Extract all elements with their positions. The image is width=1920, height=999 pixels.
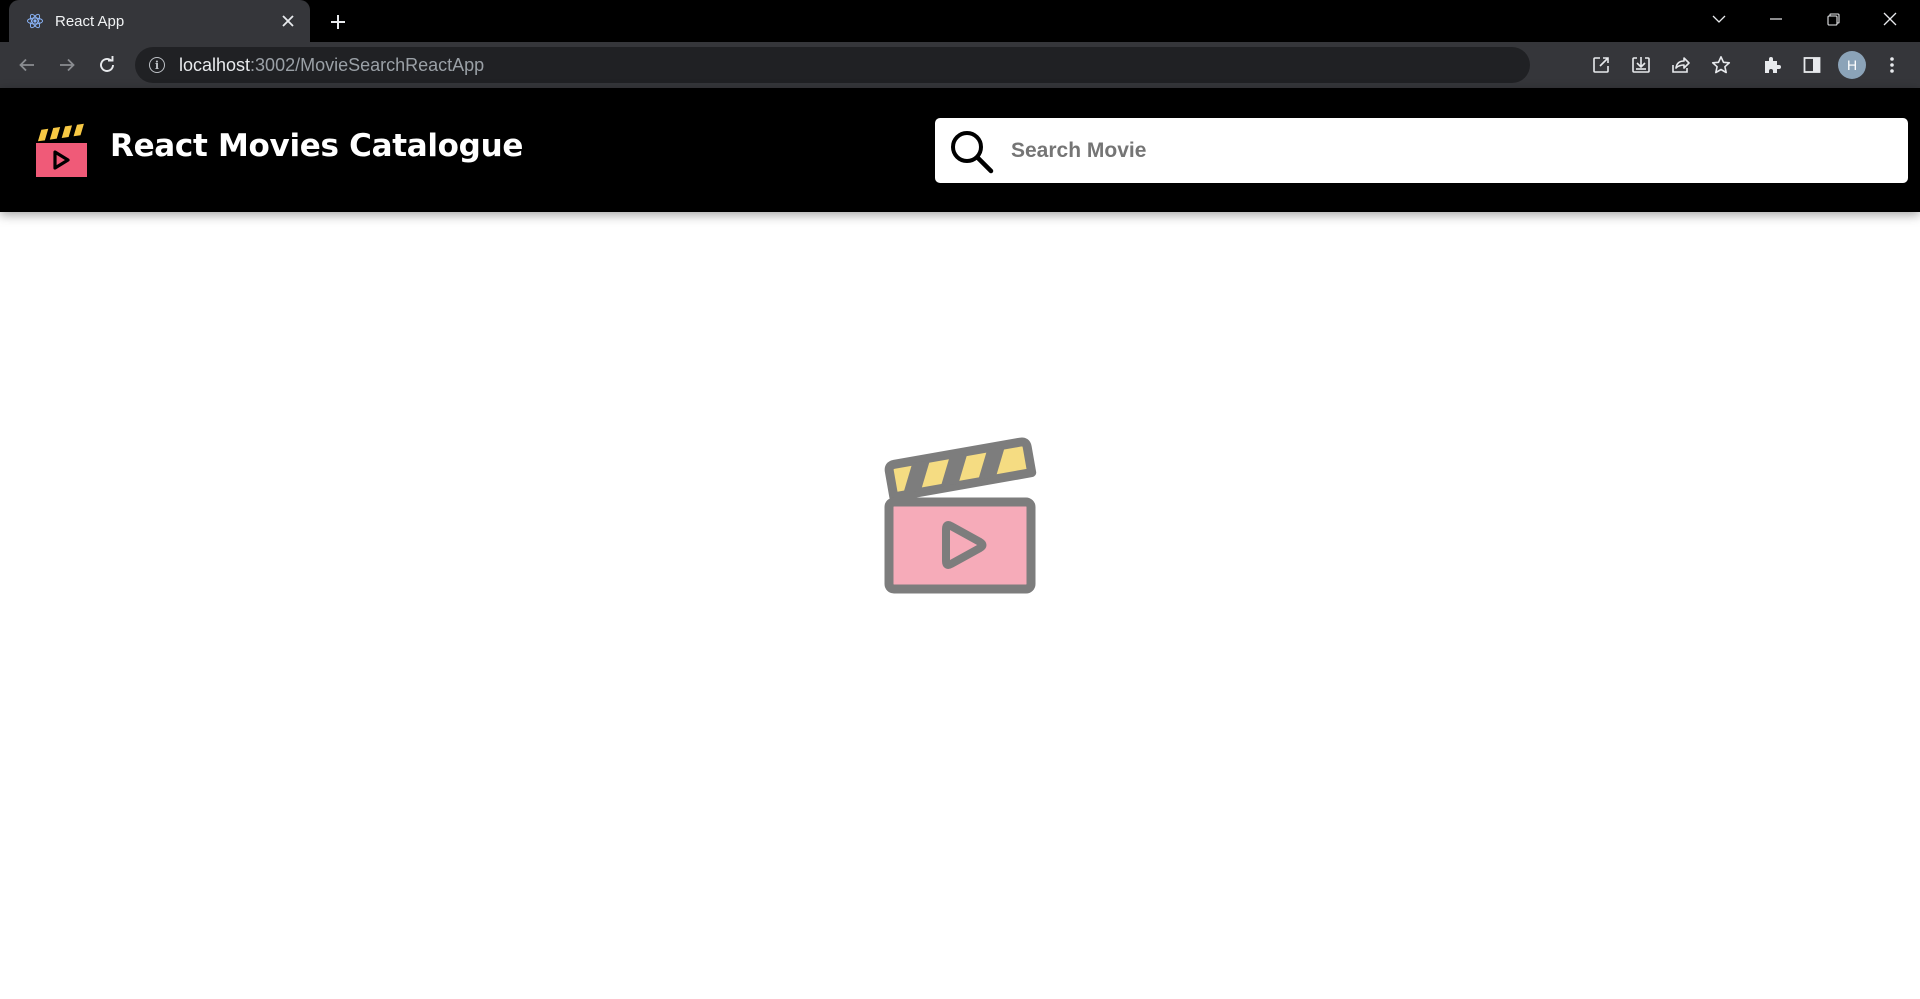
new-tab-button[interactable] bbox=[324, 8, 352, 36]
search-icon[interactable] bbox=[947, 127, 995, 175]
search-bar[interactable] bbox=[935, 118, 1908, 183]
extensions-icon[interactable] bbox=[1756, 49, 1788, 81]
app-title: React Movies Catalogue bbox=[110, 128, 524, 164]
chrome-menu-icon[interactable] bbox=[1876, 49, 1908, 81]
search-input[interactable] bbox=[1009, 129, 1908, 172]
react-logo-icon bbox=[25, 11, 45, 31]
minimize-button[interactable] bbox=[1748, 0, 1804, 38]
close-window-button[interactable] bbox=[1862, 0, 1918, 38]
tab-search-icon[interactable] bbox=[1691, 0, 1747, 38]
back-button[interactable] bbox=[11, 49, 43, 81]
clapperboard-icon bbox=[880, 437, 1040, 595]
tab-close-icon[interactable] bbox=[278, 11, 298, 31]
install-app-icon[interactable] bbox=[1625, 49, 1657, 81]
site-info-icon[interactable]: i bbox=[149, 57, 165, 73]
reload-button[interactable] bbox=[91, 49, 123, 81]
forward-button[interactable] bbox=[51, 49, 83, 81]
app-header: React Movies Catalogue bbox=[0, 88, 1920, 212]
open-in-app-icon[interactable] bbox=[1585, 49, 1617, 81]
restore-button[interactable] bbox=[1805, 0, 1861, 38]
bookmark-star-icon[interactable] bbox=[1705, 49, 1737, 81]
tab-title: React App bbox=[55, 12, 125, 30]
clapperboard-icon bbox=[33, 121, 89, 179]
browser-toolbar: i localhost:3002/MovieSearchReactApp bbox=[0, 42, 1920, 88]
url-path: :3002/MovieSearchReactApp bbox=[250, 54, 485, 75]
side-panel-icon[interactable] bbox=[1796, 49, 1828, 81]
browser-tab[interactable]: React App bbox=[9, 0, 310, 42]
url-host: localhost bbox=[179, 54, 251, 75]
share-icon[interactable] bbox=[1665, 49, 1697, 81]
main-content bbox=[0, 212, 1920, 999]
address-bar[interactable]: i localhost:3002/MovieSearchReactApp bbox=[135, 47, 1731, 83]
browser-tabstrip: React App bbox=[0, 0, 1920, 42]
profile-avatar[interactable]: H bbox=[1838, 51, 1866, 79]
